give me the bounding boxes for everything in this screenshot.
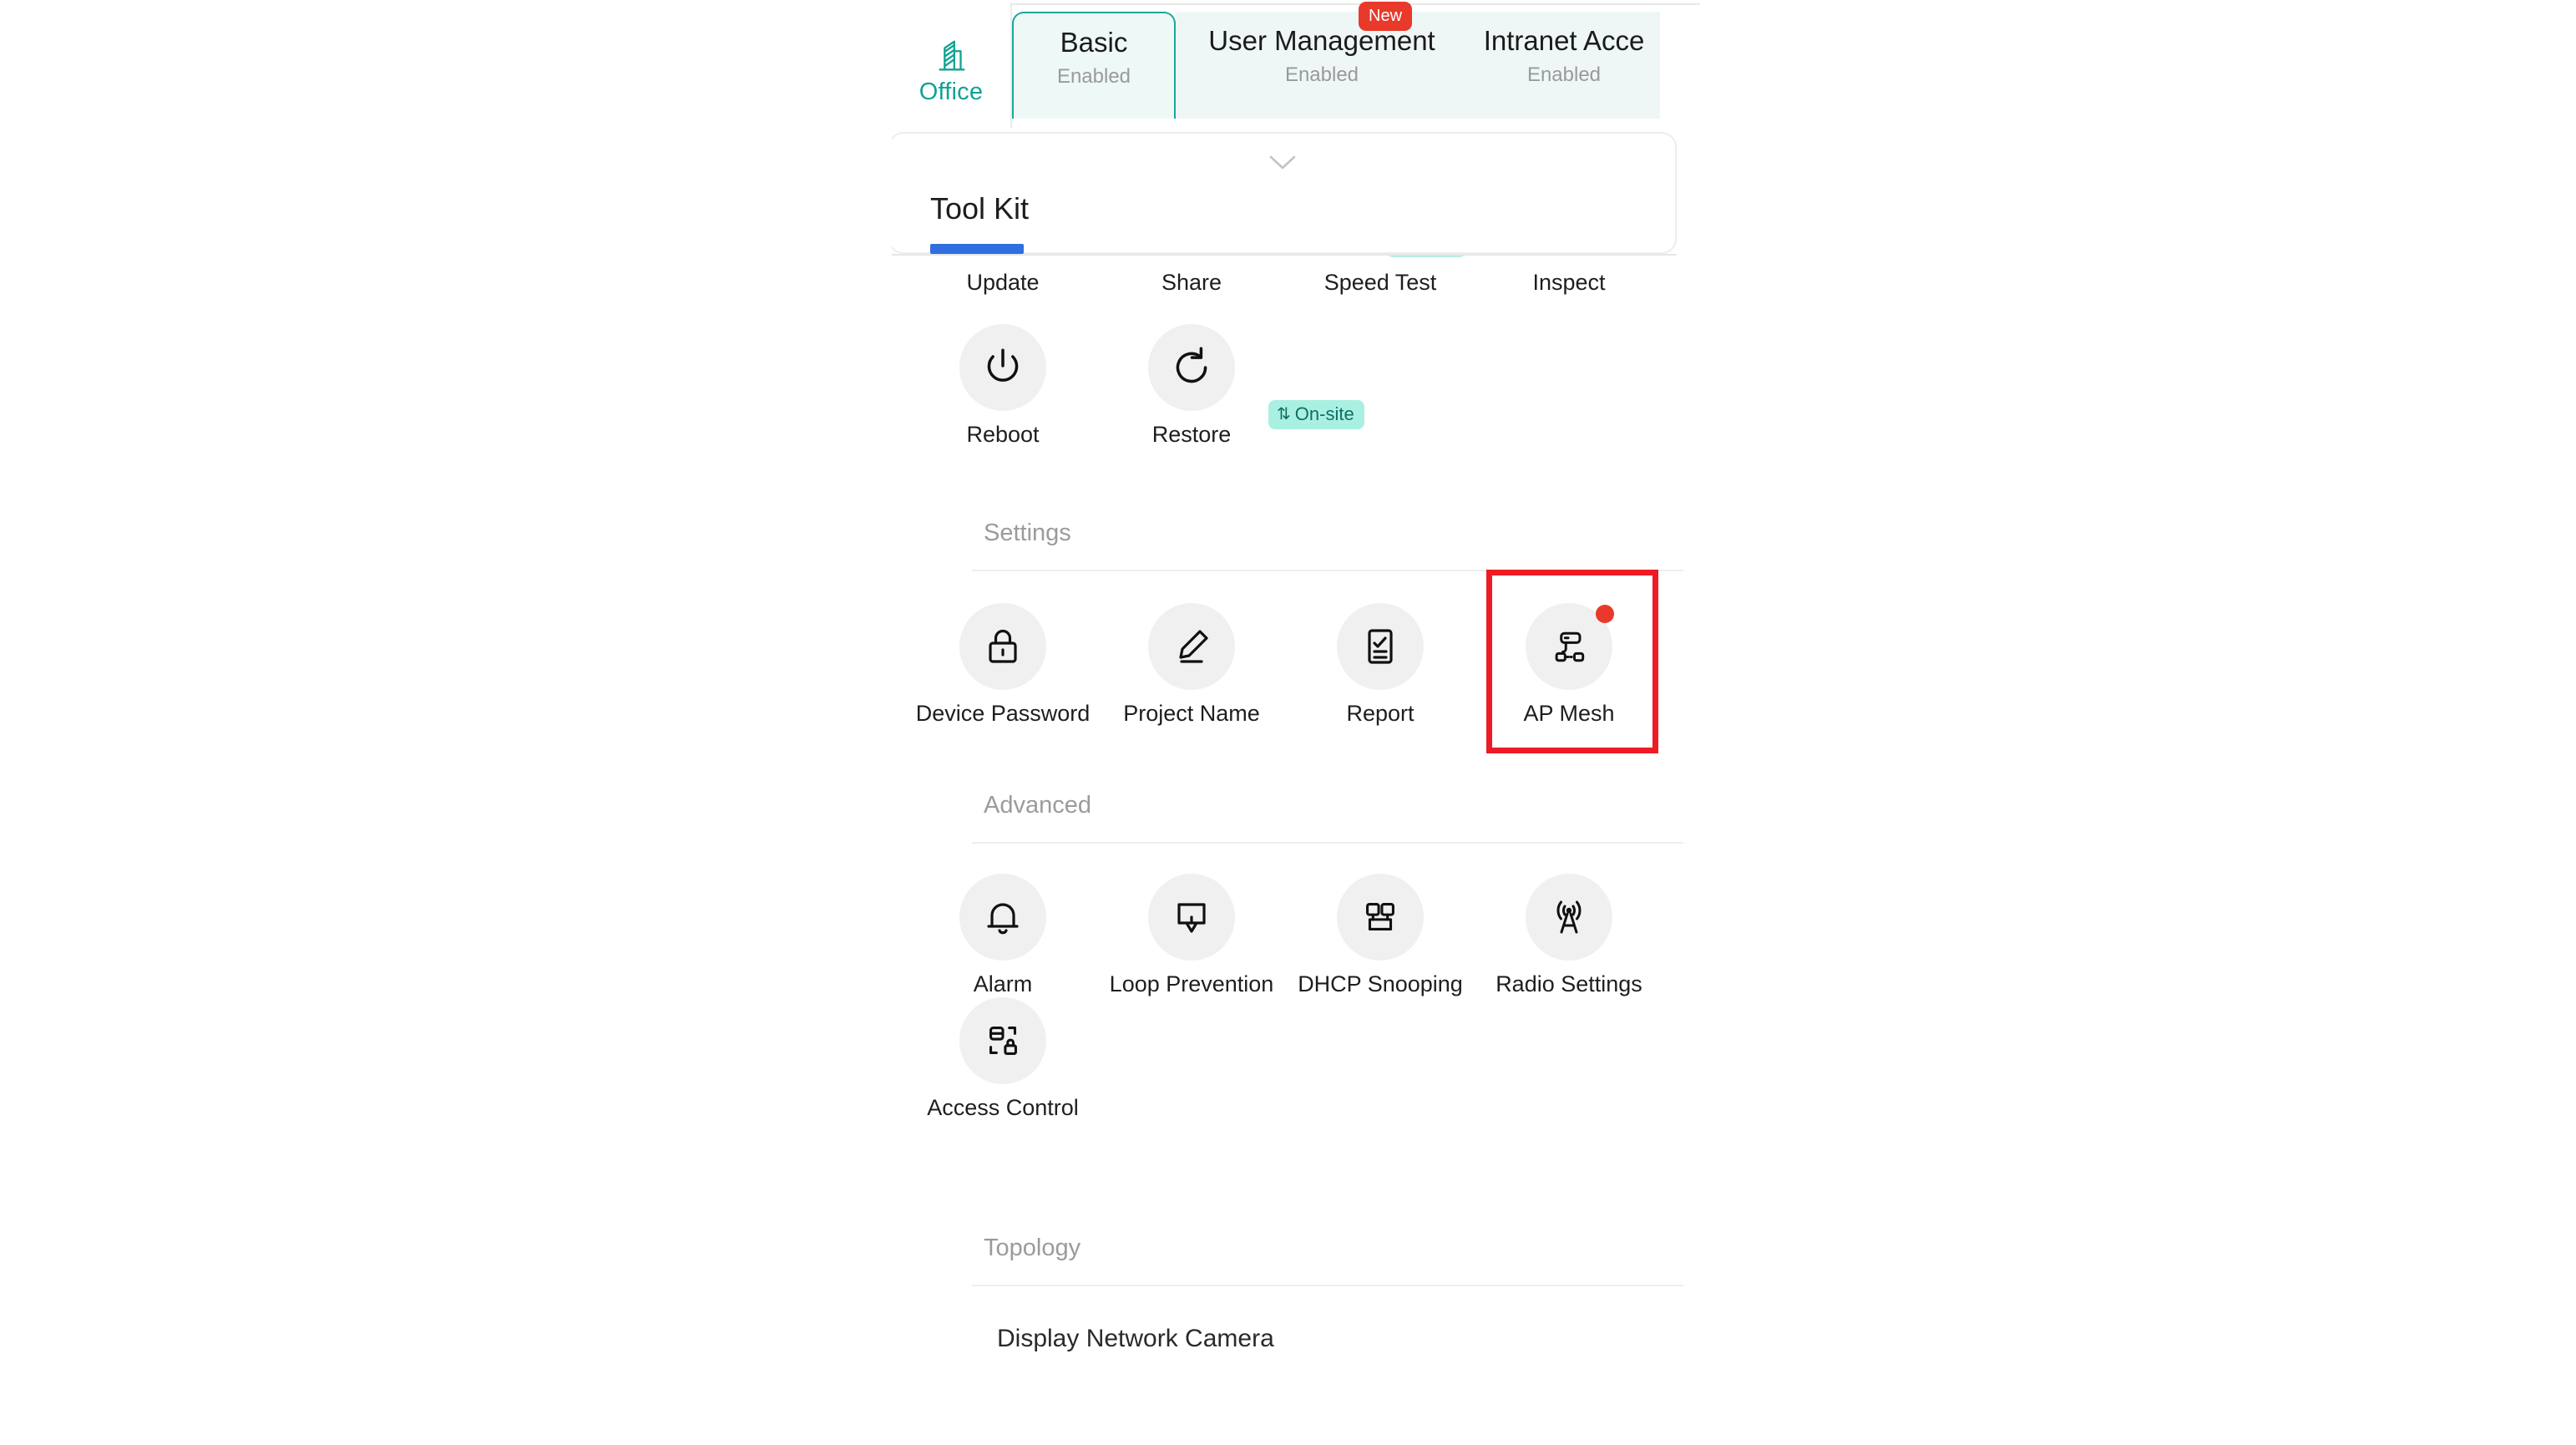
settings-row: Device Password Project Name Report AP M…	[908, 603, 1683, 725]
screenshot-root: Office Basic Enabled New User Management…	[0, 0, 2576, 1445]
tab-intranet-access-label: Intranet Acce	[1483, 25, 1645, 56]
action-reboot-label: Reboot	[966, 422, 1040, 447]
tool-kit-panel: Tool Kit	[892, 132, 1677, 254]
top-tab-strip: Office Basic Enabled New User Management…	[892, 0, 1700, 134]
chevron-down-icon[interactable]	[1266, 152, 1299, 172]
tab-basic-label: Basic	[1060, 27, 1128, 58]
section-rule-settings	[972, 570, 1683, 571]
tabs-container: Basic Enabled New User Management Enable…	[1012, 0, 1700, 134]
settings-item-project-name-label: Project Name	[1123, 701, 1260, 726]
tab-intranet-access-status: Enabled	[1526, 63, 1602, 86]
tool-inspect[interactable]: Inspect	[1475, 271, 1663, 294]
site-selector[interactable]: Office	[892, 0, 1010, 134]
report-checklist-icon	[1337, 603, 1424, 690]
advanced-item-loop-prevention[interactable]: Loop Prevention	[1097, 874, 1286, 996]
bell-icon	[959, 874, 1046, 961]
settings-item-device-password[interactable]: Device Password	[908, 603, 1097, 725]
app-viewport: Office Basic Enabled New User Management…	[892, 0, 1700, 1445]
settings-item-report-label: Report	[1346, 701, 1415, 726]
on-site-badge-label: On-site	[1294, 403, 1354, 424]
lock-icon	[959, 603, 1046, 690]
up-down-arrow-icon: ⇅	[1277, 405, 1291, 423]
action-restore[interactable]: Restore	[1097, 324, 1286, 446]
advanced-item-dhcp-snooping-label: DHCP Snooping	[1298, 971, 1463, 996]
advanced-item-alarm[interactable]: Alarm	[908, 874, 1097, 996]
on-site-badge: ⇅ On-site	[1268, 400, 1364, 429]
tab-user-management[interactable]: New User Management Enabled	[1176, 2, 1468, 119]
settings-item-report[interactable]: Report	[1286, 603, 1475, 725]
radio-tower-icon	[1526, 874, 1612, 961]
advanced-row-1: Alarm Loop Prevention DHCP Snooping Radi…	[908, 874, 1683, 996]
advanced-row-2: Access Control	[908, 997, 1683, 1119]
tool-update-label: Update	[966, 270, 1040, 295]
tab-user-management-label: User Management	[1208, 25, 1435, 56]
advanced-item-access-control-label: Access Control	[927, 1095, 1079, 1120]
notification-dot	[1596, 605, 1614, 623]
settings-item-project-name[interactable]: Project Name	[1097, 603, 1286, 725]
building-icon	[932, 37, 970, 75]
advanced-item-access-control[interactable]: Access Control	[908, 997, 1097, 1119]
display-network-camera-label: Display Network Camera	[997, 1325, 1274, 1352]
new-badge: New	[1359, 2, 1413, 31]
tool-update[interactable]: Update	[908, 271, 1097, 294]
advanced-item-dhcp-snooping[interactable]: DHCP Snooping	[1286, 874, 1475, 996]
server-lock-icon	[959, 997, 1046, 1084]
advanced-item-radio-settings[interactable]: Radio Settings	[1475, 874, 1663, 996]
section-rule-topology	[972, 1285, 1683, 1286]
tab-intranet-access[interactable]: Intranet Acce Enabled	[1468, 12, 1660, 119]
settings-item-ap-mesh[interactable]: AP Mesh	[1475, 603, 1663, 725]
tab-basic[interactable]: Basic Enabled	[1012, 12, 1176, 119]
tools-row: Update Share Speed Test Inspect	[908, 271, 1683, 294]
mesh-network-icon	[1526, 603, 1614, 690]
tool-kit-active-underline	[930, 244, 1024, 254]
section-header-advanced: Advanced	[984, 792, 1091, 819]
tool-speed-test[interactable]: Speed Test	[1286, 271, 1475, 294]
site-name-label: Office	[919, 79, 984, 105]
dhcp-nodes-icon	[1337, 874, 1424, 961]
section-header-topology: Topology	[984, 1235, 1081, 1261]
tab-basic-status: Enabled	[1056, 64, 1131, 88]
tool-kit-title: Tool Kit	[930, 191, 1030, 226]
tool-speed-test-label: Speed Test	[1323, 270, 1437, 295]
refresh-icon	[1148, 324, 1235, 411]
power-icon	[959, 324, 1046, 411]
section-header-settings: Settings	[984, 520, 1071, 546]
advanced-item-radio-settings-label: Radio Settings	[1495, 971, 1642, 996]
tab-user-management-status: Enabled	[1284, 63, 1359, 86]
advanced-item-loop-prevention-label: Loop Prevention	[1109, 971, 1274, 996]
pencil-icon	[1148, 603, 1235, 690]
loop-alert-icon	[1148, 874, 1235, 961]
tool-inspect-label: Inspect	[1532, 270, 1606, 295]
tool-kit-bottom-rule	[892, 254, 1677, 256]
advanced-item-alarm-label: Alarm	[973, 971, 1033, 996]
section-rule-advanced	[972, 842, 1683, 844]
settings-item-ap-mesh-label: AP Mesh	[1523, 701, 1615, 726]
action-restore-label: Restore	[1151, 422, 1232, 447]
tool-share[interactable]: Share	[1097, 271, 1286, 294]
tool-share-label: Share	[1161, 270, 1222, 295]
settings-item-device-password-label: Device Password	[915, 701, 1091, 726]
action-reboot[interactable]: Reboot	[908, 324, 1097, 446]
